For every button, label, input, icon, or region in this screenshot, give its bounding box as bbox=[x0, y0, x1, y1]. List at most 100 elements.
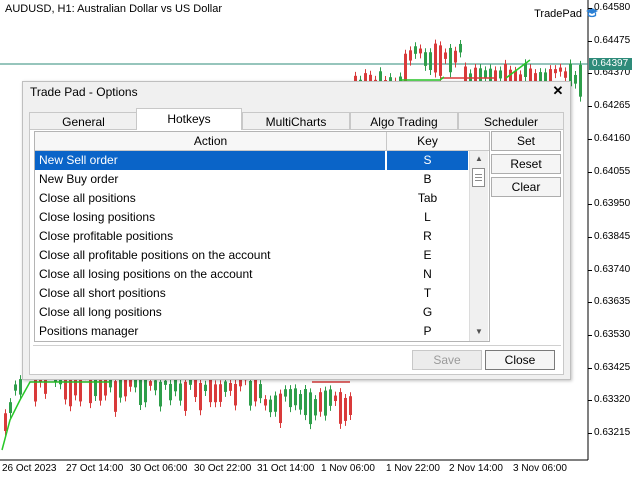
price-tick bbox=[588, 138, 592, 140]
candle-body bbox=[264, 399, 267, 406]
candle-body bbox=[14, 384, 17, 391]
candle-body bbox=[339, 392, 342, 424]
candle-body bbox=[179, 383, 182, 401]
tab-algo-trading[interactable]: Algo Trading bbox=[350, 112, 458, 130]
table-row[interactable]: New Sell order S bbox=[35, 151, 468, 170]
tab-hotkeys[interactable]: Hotkeys bbox=[136, 108, 242, 130]
candle-body bbox=[294, 388, 297, 406]
price-tick bbox=[588, 40, 592, 42]
tradepad-label[interactable]: TradePad bbox=[534, 8, 582, 20]
clear-button[interactable]: Clear bbox=[491, 177, 561, 197]
candle-body bbox=[119, 379, 122, 398]
candle-body bbox=[574, 74, 577, 84]
price-tick bbox=[588, 269, 592, 271]
table-row[interactable]: Close all positions Tab bbox=[35, 189, 467, 208]
time-axis-label: 1 Nov 22:00 bbox=[386, 463, 440, 474]
candle-body bbox=[564, 71, 567, 78]
table-header: Action Key bbox=[35, 132, 489, 151]
candle-body bbox=[249, 380, 252, 406]
table-row[interactable]: Close all long positions G bbox=[35, 303, 467, 322]
candle-body bbox=[444, 52, 447, 59]
candle-body bbox=[324, 390, 327, 416]
tab-multicharts[interactable]: MultiCharts bbox=[242, 112, 350, 130]
candle-body bbox=[499, 70, 502, 79]
candle-body bbox=[19, 379, 22, 395]
dialog-titlebar[interactable]: Trade Pad - Options ✕ bbox=[23, 82, 570, 102]
candle-body bbox=[279, 393, 282, 424]
time-axis-label: 30 Oct 22:00 bbox=[194, 463, 252, 474]
candle-body bbox=[144, 377, 147, 403]
candle-body bbox=[559, 67, 562, 72]
candle-body bbox=[319, 392, 322, 412]
trend-line bbox=[1, 381, 110, 451]
price-level-label: 0.64265 bbox=[594, 100, 631, 112]
table-row[interactable]: Close all losing positions on the accoun… bbox=[35, 265, 467, 284]
candle-body bbox=[349, 396, 352, 415]
action-cell: Close all losing positions on the accoun… bbox=[39, 267, 253, 281]
time-axis-label: 1 Nov 06:00 bbox=[321, 463, 375, 474]
candle-body bbox=[204, 384, 207, 392]
candle-body bbox=[289, 389, 292, 408]
table-row[interactable]: Close all short positions T bbox=[35, 284, 467, 303]
close-button[interactable]: Close bbox=[485, 350, 555, 370]
candle-body bbox=[229, 383, 232, 391]
price-level-label: 0.63215 bbox=[594, 427, 631, 439]
save-button[interactable]: Save bbox=[412, 350, 482, 370]
set-button[interactable]: Set bbox=[491, 131, 561, 151]
action-cell: Close all positions bbox=[39, 191, 136, 205]
tab-scheduler[interactable]: Scheduler bbox=[458, 112, 564, 130]
price-level-label: 0.63530 bbox=[594, 329, 631, 340]
action-cell: New Buy order bbox=[39, 172, 119, 186]
tab-general[interactable]: General bbox=[29, 112, 138, 130]
table-row[interactable]: Close all profitable positions on the ac… bbox=[35, 246, 467, 265]
time-axis-label: 31 Oct 14:00 bbox=[257, 463, 315, 474]
candle-body bbox=[459, 43, 462, 53]
candle-body bbox=[4, 413, 7, 432]
scroll-down-icon[interactable]: ▼ bbox=[471, 325, 487, 339]
candle-body bbox=[299, 394, 302, 410]
candle-body bbox=[154, 380, 157, 391]
candle-body bbox=[484, 70, 487, 78]
price-tick bbox=[588, 204, 592, 206]
price-tick bbox=[588, 73, 592, 75]
table-row[interactable]: Close profitable positions R bbox=[35, 227, 467, 246]
price-level-label: 0.64580 bbox=[594, 2, 631, 13]
table-row[interactable]: Positions manager P bbox=[35, 322, 467, 341]
close-icon[interactable]: ✕ bbox=[551, 84, 565, 98]
key-cell: E bbox=[423, 248, 432, 262]
candle-body bbox=[309, 392, 312, 425]
candle-body bbox=[439, 45, 442, 76]
action-cell: Close all profitable positions on the ac… bbox=[39, 248, 271, 262]
price-level-label: 0.64055 bbox=[594, 165, 631, 177]
footer-divider bbox=[33, 345, 561, 346]
trade-pad-options-dialog: Trade Pad - Options ✕ General Hotkeys Mu… bbox=[22, 81, 571, 380]
price-tick bbox=[588, 8, 592, 9]
scroll-thumb[interactable] bbox=[472, 168, 485, 187]
action-cell: Close all short positions bbox=[39, 286, 166, 300]
column-header-key[interactable]: Key bbox=[387, 132, 468, 150]
candle-body bbox=[579, 64, 582, 97]
time-axis-label: 3 Nov 06:00 bbox=[513, 463, 567, 474]
candle-body bbox=[524, 63, 527, 77]
reset-button[interactable]: Reset bbox=[491, 154, 561, 174]
table-row[interactable]: Close losing positions L bbox=[35, 208, 467, 227]
candle-body bbox=[274, 395, 277, 412]
candle-body bbox=[164, 380, 167, 385]
time-axis-label: 30 Oct 06:00 bbox=[130, 463, 188, 474]
time-axis-label: 27 Oct 14:00 bbox=[66, 463, 124, 474]
candle-body bbox=[434, 43, 437, 73]
candle-body bbox=[234, 383, 237, 406]
price-tick bbox=[588, 106, 592, 108]
scroll-up-icon[interactable]: ▲ bbox=[471, 152, 487, 166]
table-row[interactable]: New Buy order B bbox=[35, 170, 467, 189]
table-scrollbar[interactable]: ▲ ▼ bbox=[469, 151, 488, 341]
candle-body bbox=[219, 384, 222, 402]
time-axis-label: 2 Nov 14:00 bbox=[449, 463, 503, 474]
column-header-action[interactable]: Action bbox=[35, 132, 387, 150]
candle-body bbox=[239, 379, 242, 387]
chart-title: AUDUSD, H1: Australian Dollar vs US Doll… bbox=[5, 3, 223, 15]
action-cell: Positions manager bbox=[39, 324, 139, 338]
key-cell: B bbox=[423, 172, 432, 186]
hotkeys-table[interactable]: Action Key New Sell order S New Buy order B… bbox=[34, 131, 490, 342]
price-level-label: 0.63320 bbox=[594, 394, 631, 406]
